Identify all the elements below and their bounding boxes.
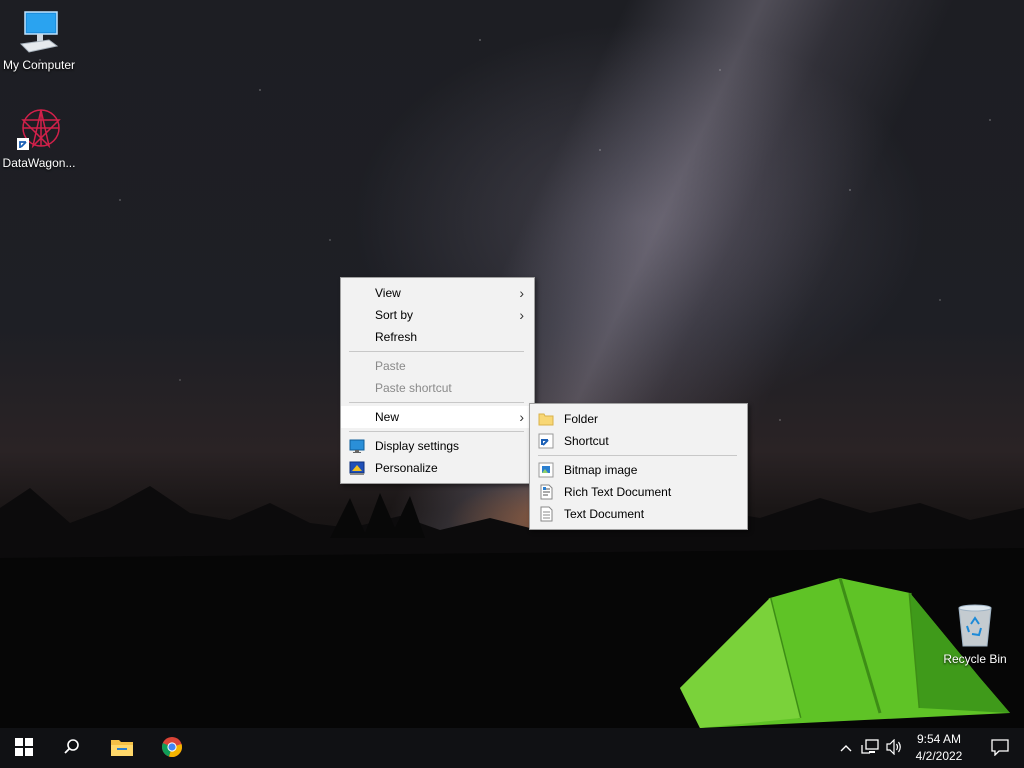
menu-item-display-settings[interactable]: Display settings — [341, 435, 534, 457]
notification-icon — [991, 738, 1009, 759]
volume-button[interactable] — [882, 728, 906, 768]
menu-item-label: Paste shortcut — [375, 381, 452, 395]
chevron-right-icon: › — [519, 409, 524, 425]
bitmap-image-icon — [538, 462, 554, 478]
menu-item-label: Refresh — [375, 330, 418, 344]
new-submenu: Folder Shortcut Bitmap image Rich Text D… — [529, 403, 748, 530]
chevron-right-icon: › — [519, 307, 524, 323]
desktop-context-menu: View › Sort by › Refresh Paste Paste sho… — [340, 277, 535, 484]
display-settings-icon — [349, 438, 365, 454]
menu-item-paste-shortcut: Paste shortcut — [341, 377, 534, 399]
start-button[interactable] — [0, 728, 48, 768]
rich-text-document-icon — [538, 484, 554, 500]
desktop-icon-label: My Computer — [2, 58, 76, 72]
menu-item-paste: Paste — [341, 355, 534, 377]
network-icon — [861, 738, 879, 758]
text-document-icon — [538, 506, 554, 522]
menu-item-view[interactable]: View › — [341, 282, 534, 304]
search-button[interactable] — [48, 728, 96, 768]
menu-item-new[interactable]: New › — [341, 406, 534, 428]
action-center-button[interactable] — [976, 728, 1024, 768]
desktop-icon-label: DataWagon... — [2, 156, 76, 170]
personalize-icon — [349, 460, 365, 476]
file-explorer-icon — [110, 737, 134, 760]
clock[interactable]: 9:54 AM 4/2/2022 — [908, 731, 970, 765]
menu-item-label: Rich Text Document — [564, 485, 672, 499]
chrome-button[interactable] — [148, 728, 196, 768]
chevron-right-icon: › — [519, 285, 524, 301]
monitor-icon — [15, 8, 63, 56]
menu-item-label: Bitmap image — [564, 463, 638, 477]
menu-item-label: Folder — [564, 412, 599, 426]
menu-item-label: Display settings — [375, 439, 460, 453]
menu-item-label: Text Document — [564, 507, 645, 521]
desktop-icon-label: Recycle Bin — [943, 652, 1007, 666]
menu-item-label: Sort by — [375, 308, 414, 322]
menu-item-personalize[interactable]: Personalize — [341, 457, 534, 479]
menu-separator — [349, 402, 524, 403]
desktop-icon-datawagon[interactable]: DataWagon... — [1, 106, 77, 170]
chrome-icon — [161, 736, 183, 761]
search-icon — [63, 738, 81, 759]
desktop-icon-recycle-bin[interactable]: Recycle Bin — [937, 602, 1013, 666]
desktop-background[interactable]: My Computer DataWagon... Recycle Bin Vie… — [0, 0, 1024, 728]
menu-separator — [538, 455, 737, 456]
menu-item-label: Paste — [375, 359, 406, 373]
clock-time: 9:54 AM — [916, 732, 962, 746]
network-button[interactable] — [858, 728, 882, 768]
clock-date: 4/2/2022 — [915, 749, 963, 763]
chevron-up-icon — [840, 741, 852, 755]
recycle-bin-icon — [951, 602, 999, 650]
taskbar: 9:54 AM 4/2/2022 — [0, 728, 1024, 768]
menu-item-label: View — [375, 286, 401, 300]
menu-item-refresh[interactable]: Refresh — [341, 326, 534, 348]
show-hidden-icons-button[interactable] — [834, 728, 858, 768]
menu-separator — [349, 431, 524, 432]
menu-item-sort-by[interactable]: Sort by › — [341, 304, 534, 326]
desktop-icon-my-computer[interactable]: My Computer — [1, 8, 77, 72]
submenu-item-rich-text-document[interactable]: Rich Text Document — [530, 481, 747, 503]
datawagon-logo-icon — [15, 106, 63, 154]
menu-item-label: Shortcut — [564, 434, 609, 448]
menu-item-label: New — [375, 410, 400, 424]
submenu-item-folder[interactable]: Folder — [530, 408, 747, 430]
menu-item-label: Personalize — [375, 461, 438, 475]
submenu-item-shortcut[interactable]: Shortcut — [530, 430, 747, 452]
submenu-item-bitmap-image[interactable]: Bitmap image — [530, 459, 747, 481]
windows-start-icon — [15, 737, 33, 759]
shortcut-icon — [538, 433, 554, 449]
folder-icon — [538, 411, 554, 427]
file-explorer-button[interactable] — [98, 728, 146, 768]
volume-icon — [885, 738, 903, 758]
submenu-item-text-document[interactable]: Text Document — [530, 503, 747, 525]
menu-separator — [349, 351, 524, 352]
